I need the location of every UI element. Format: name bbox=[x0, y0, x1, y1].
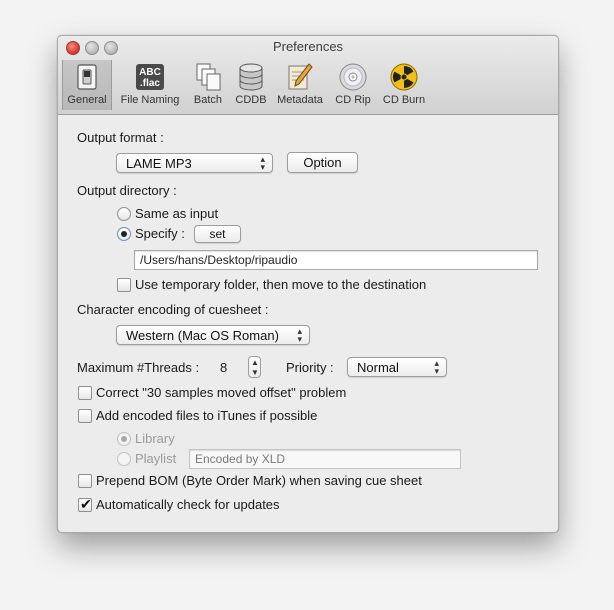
switch-icon bbox=[77, 64, 97, 90]
stepper-down-icon[interactable]: ▼ bbox=[251, 369, 259, 377]
stepper-up-icon[interactable]: ▲ bbox=[251, 359, 259, 367]
tab-batch[interactable]: Batch bbox=[188, 60, 228, 110]
output-directory-label: Output directory : bbox=[77, 183, 177, 198]
itunes-library-radio[interactable] bbox=[117, 432, 131, 446]
tab-cd-burn-label: CD Burn bbox=[382, 94, 426, 106]
titlebar: Preferences General ABC .flac File Namin… bbox=[58, 36, 558, 115]
correct-offset-label: Correct "30 samples moved offset" proble… bbox=[96, 385, 347, 400]
flac-text: .flac bbox=[140, 78, 160, 89]
auto-update-label: Automatically check for updates bbox=[96, 497, 280, 512]
abc-text: ABC bbox=[139, 67, 161, 78]
database-icon bbox=[239, 63, 263, 91]
disc-icon bbox=[339, 63, 367, 91]
popup-arrows-icon: ▴ ▾ bbox=[297, 326, 302, 344]
tab-metadata[interactable]: Metadata bbox=[273, 60, 327, 110]
set-directory-button[interactable]: set bbox=[194, 225, 241, 243]
output-format-value: LAME MP3 bbox=[126, 156, 192, 171]
radiation-icon bbox=[390, 63, 418, 91]
tab-file-naming-label: File Naming bbox=[120, 94, 180, 106]
tab-general-label: General bbox=[67, 94, 107, 106]
stacked-files-icon bbox=[196, 63, 221, 91]
bom-checkbox[interactable] bbox=[78, 474, 92, 488]
threads-stepper[interactable]: ▲ ▼ bbox=[248, 356, 261, 378]
itunes-playlist-radio[interactable] bbox=[117, 452, 131, 466]
priority-popup[interactable]: Normal ▴ ▾ bbox=[347, 357, 447, 377]
tab-cd-burn[interactable]: CD Burn bbox=[378, 60, 430, 110]
output-format-label: Output format : bbox=[77, 130, 164, 145]
abc-flac-icon: ABC .flac bbox=[136, 64, 164, 90]
popup-arrows-icon: ▴ ▾ bbox=[260, 154, 265, 172]
threads-value[interactable]: 8 bbox=[220, 360, 227, 375]
specify-radio[interactable] bbox=[117, 227, 131, 241]
tab-cd-rip[interactable]: CD Rip bbox=[330, 60, 376, 110]
directory-path-field[interactable]: /Users/hans/Desktop/ripaudio bbox=[134, 250, 538, 270]
tab-metadata-label: Metadata bbox=[277, 94, 323, 106]
tab-batch-label: Batch bbox=[193, 94, 223, 106]
tab-file-naming[interactable]: ABC .flac File Naming bbox=[115, 60, 185, 110]
threads-label: Maximum #Threads : bbox=[77, 360, 200, 375]
specify-label: Specify : bbox=[135, 226, 185, 241]
itunes-library-label: Library bbox=[135, 431, 175, 446]
popup-arrows-icon: ▴ ▾ bbox=[434, 358, 439, 376]
output-format-popup[interactable]: LAME MP3 ▴ ▾ bbox=[116, 153, 273, 173]
tab-cddb[interactable]: CDDB bbox=[231, 60, 271, 110]
cuesheet-encoding-value: Western (Mac OS Roman) bbox=[126, 328, 279, 343]
tab-cddb-label: CDDB bbox=[235, 94, 267, 106]
window-title: Preferences bbox=[272, 39, 344, 54]
same-as-input-radio[interactable] bbox=[117, 207, 131, 221]
correct-offset-checkbox[interactable] bbox=[78, 386, 92, 400]
auto-update-checkbox[interactable] bbox=[78, 496, 92, 513]
temp-folder-label: Use temporary folder, then move to the d… bbox=[135, 277, 427, 292]
general-pane: Output format : LAME MP3 ▴ ▾ Option Outpu… bbox=[58, 115, 558, 532]
tab-general[interactable]: General bbox=[62, 60, 112, 110]
priority-label: Priority : bbox=[286, 360, 334, 375]
priority-value: Normal bbox=[357, 360, 399, 375]
same-as-input-label: Same as input bbox=[135, 206, 219, 221]
temp-folder-checkbox[interactable] bbox=[117, 278, 131, 292]
cuesheet-encoding-label: Character encoding of cuesheet : bbox=[77, 302, 269, 317]
pencil-paper-icon bbox=[288, 63, 313, 90]
itunes-checkbox[interactable] bbox=[78, 409, 92, 423]
option-button[interactable]: Option bbox=[287, 152, 358, 173]
itunes-label: Add encoded files to iTunes if possible bbox=[96, 408, 318, 423]
itunes-playlist-label: Playlist bbox=[135, 451, 177, 466]
playlist-name-field[interactable]: Encoded by XLD bbox=[189, 449, 461, 469]
cuesheet-encoding-popup[interactable]: Western (Mac OS Roman) ▴ ▾ bbox=[116, 325, 310, 345]
tab-cd-rip-label: CD Rip bbox=[335, 94, 371, 106]
preferences-window: Preferences General ABC .flac File Namin… bbox=[57, 35, 559, 533]
bom-label: Prepend BOM (Byte Order Mark) when savin… bbox=[96, 473, 422, 488]
